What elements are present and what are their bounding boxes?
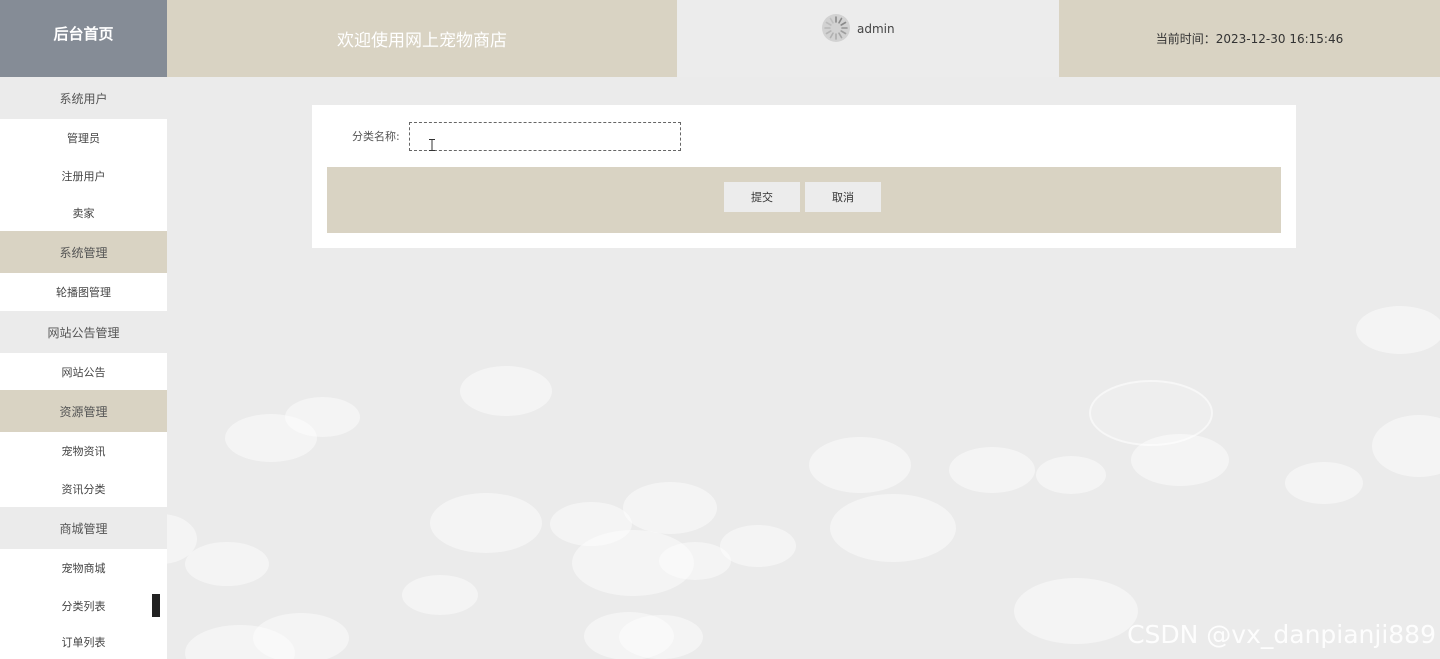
- sidebar-item-announcement[interactable]: 网站公告: [0, 353, 167, 390]
- background-bubble: [619, 615, 703, 659]
- sidebar-item-label: 管理员: [67, 132, 100, 145]
- sidebar-item-carousel[interactable]: 轮播图管理: [0, 273, 167, 311]
- background-bubble: [430, 493, 542, 553]
- sidebar-item-registered-users[interactable]: 注册用户: [0, 157, 167, 195]
- sidebar-item-label: 注册用户: [61, 170, 106, 183]
- main-content: 分类名称: 提交 取消: [167, 77, 1440, 659]
- sidebar-group-system-users[interactable]: 系统用户: [0, 77, 167, 119]
- sidebar-item-label: 资讯分类: [61, 482, 106, 496]
- welcome-banner: 欢迎使用网上宠物商店: [167, 0, 677, 77]
- sidebar-item-admins[interactable]: 管理员: [0, 119, 167, 157]
- sidebar-item-label: 商城管理: [59, 521, 108, 536]
- scrollbar-thumb[interactable]: [152, 594, 160, 617]
- current-time-text: 当前时间：2023-12-30 16:15:46: [1155, 32, 1344, 46]
- sidebar-item-pet-news[interactable]: 宠物资讯: [0, 432, 167, 470]
- home-label: 后台首页: [53, 25, 114, 43]
- sidebar-item-label: 网站公告: [61, 365, 106, 379]
- sidebar-item-label: 宠物资讯: [61, 445, 106, 458]
- category-form: 分类名称: 提交 取消: [312, 105, 1296, 248]
- background-bubble: [460, 366, 552, 416]
- sidebar-group-announcements[interactable]: 网站公告管理: [0, 311, 167, 353]
- sidebar-group-mall[interactable]: 商城管理: [0, 507, 167, 549]
- sidebar-item-label: 资源管理: [59, 404, 108, 419]
- sidebar-group-system-management[interactable]: 系统管理: [0, 231, 167, 273]
- background-bubble: [623, 482, 717, 534]
- background-bubble: [1131, 434, 1229, 486]
- background-bubble: [185, 542, 269, 586]
- sidebar-item-label: 网站公告管理: [47, 325, 120, 340]
- cancel-button[interactable]: 取消: [805, 182, 881, 212]
- sidebar-item-label: 卖家: [72, 207, 95, 220]
- background-bubble: [1014, 578, 1138, 644]
- background-bubble: [949, 447, 1035, 493]
- home-link[interactable]: 后台首页: [0, 0, 167, 77]
- category-name-input[interactable]: [409, 122, 681, 151]
- sidebar-item-label: 系统管理: [59, 245, 108, 260]
- background-bubble: [1372, 415, 1440, 477]
- welcome-text: 欢迎使用网上宠物商店: [337, 31, 507, 51]
- sidebar-item-label: 订单列表: [61, 636, 106, 649]
- submit-button[interactable]: 提交: [724, 182, 800, 212]
- user-area: admin: [677, 0, 1059, 77]
- background-bubble: [830, 494, 956, 562]
- sidebar-item-label: 分类列表: [61, 600, 106, 613]
- background-bubble: [1356, 306, 1440, 354]
- background-bubble: [1036, 456, 1106, 494]
- category-name-label: 分类名称:: [352, 130, 400, 143]
- top-bar: 后台首页 欢迎使用网上宠物商店 admin 当前时间：2023-12-30 16…: [0, 0, 1440, 77]
- background-bubble: [1285, 462, 1363, 504]
- sidebar-item-label: 系统用户: [59, 91, 108, 106]
- background-bubble: [720, 525, 796, 567]
- username[interactable]: admin: [857, 22, 895, 36]
- watermark: CSDN @vx_danpianji889: [1127, 620, 1436, 649]
- sidebar-item-order-list[interactable]: 订单列表: [0, 625, 167, 659]
- sidebar-item-label: 宠物商城: [61, 562, 106, 575]
- sidebar-group-resources[interactable]: 资源管理: [0, 390, 167, 432]
- sidebar-item-pet-mall[interactable]: 宠物商城: [0, 549, 167, 587]
- background-bubble: [809, 437, 911, 493]
- sidebar-item-label: 轮播图管理: [56, 286, 111, 299]
- form-button-bar: 提交 取消: [327, 167, 1281, 233]
- sidebar-item-news-categories[interactable]: 资讯分类: [0, 470, 167, 507]
- current-time: 当前时间：2023-12-30 16:15:46: [1059, 0, 1440, 77]
- loading-spinner-icon: [822, 14, 850, 42]
- sidebar: 系统用户 管理员 注册用户 卖家 系统管理 轮播图管理 网站公告管理 网站公告 …: [0, 77, 167, 659]
- sidebar-item-sellers[interactable]: 卖家: [0, 195, 167, 231]
- sidebar-item-category-list[interactable]: 分类列表: [0, 587, 167, 625]
- background-bubble: [253, 613, 349, 659]
- background-bubble: [225, 414, 317, 462]
- background-bubble: [402, 575, 478, 615]
- text-cursor-icon: [429, 139, 435, 151]
